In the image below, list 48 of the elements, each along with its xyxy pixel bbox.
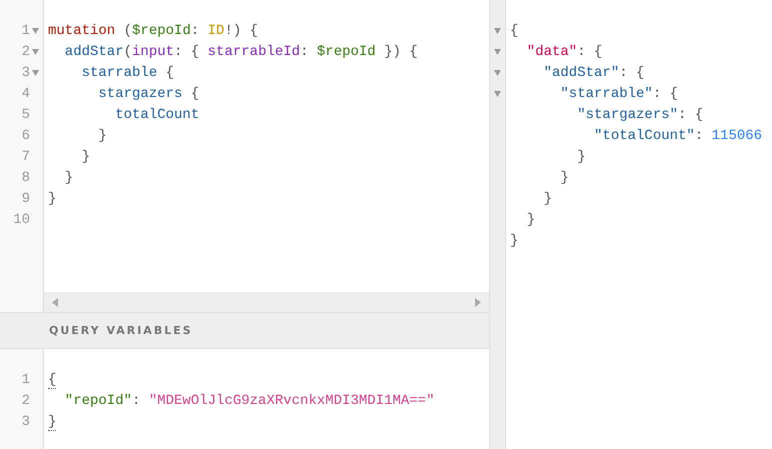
right-arrow-icon[interactable]	[475, 298, 481, 306]
code-line: "repoId": "MDEwOlJlcG9zaXRvcnkxMDI3MDI1MA=="	[64, 392, 434, 408]
line-number: 8	[22, 170, 30, 186]
code-line: starrable {	[80, 64, 174, 80]
code-line: }	[97, 128, 107, 144]
code-line: }	[526, 212, 536, 228]
code-line: totalCount	[114, 106, 200, 122]
variables-title: QUERY VARIABLES	[49, 324, 193, 337]
fold-arrow-icon[interactable]	[32, 28, 39, 34]
fold-arrow-icon[interactable]	[494, 90, 501, 96]
code-line: }	[80, 148, 90, 164]
code-line: {	[48, 372, 56, 388]
fold-arrow-icon[interactable]	[494, 70, 501, 76]
line-number: 2	[22, 44, 30, 60]
code-line: "addStar": {	[542, 64, 644, 80]
code-line: mutation ($repoId: ID!) {	[48, 22, 258, 38]
line-number: 6	[22, 128, 30, 144]
code-line: }	[542, 190, 552, 206]
code-line: }	[48, 190, 56, 206]
fold-arrow-icon[interactable]	[32, 70, 39, 76]
horizontal-scrollbar[interactable]	[44, 292, 489, 312]
line-number: 9	[22, 190, 30, 206]
line-number: 7	[22, 148, 30, 164]
code-line: }	[559, 170, 569, 186]
code-line: "stargazers": {	[576, 106, 704, 122]
code-line: {	[510, 22, 518, 38]
line-number: 3	[22, 414, 30, 430]
fold-arrow-icon[interactable]	[494, 48, 501, 54]
code-line: }	[48, 414, 56, 430]
code-line: }	[576, 148, 586, 164]
code-line: stargazers {	[97, 86, 200, 102]
line-number: 5	[22, 106, 30, 122]
code-line: "data": {	[526, 44, 602, 60]
line-number: 4	[22, 86, 30, 102]
line-number: 10	[13, 212, 30, 228]
line-number: 2	[22, 392, 30, 408]
line-number: 1	[22, 22, 30, 38]
fold-arrow-icon[interactable]	[494, 28, 501, 34]
code-line: "starrable": {	[559, 86, 678, 102]
left-arrow-icon[interactable]	[52, 298, 58, 306]
code-line: }	[64, 170, 74, 186]
fold-arrow-icon[interactable]	[32, 48, 39, 54]
code-line: "totalCount": 115066	[593, 128, 762, 144]
code-line: addStar(input: { starrableId: $repoId }) {	[64, 44, 418, 60]
variables-header[interactable]: QUERY VARIABLES	[0, 312, 489, 349]
code-line: }	[510, 232, 518, 248]
line-number: 3	[22, 64, 30, 80]
line-number: 1	[22, 372, 30, 388]
